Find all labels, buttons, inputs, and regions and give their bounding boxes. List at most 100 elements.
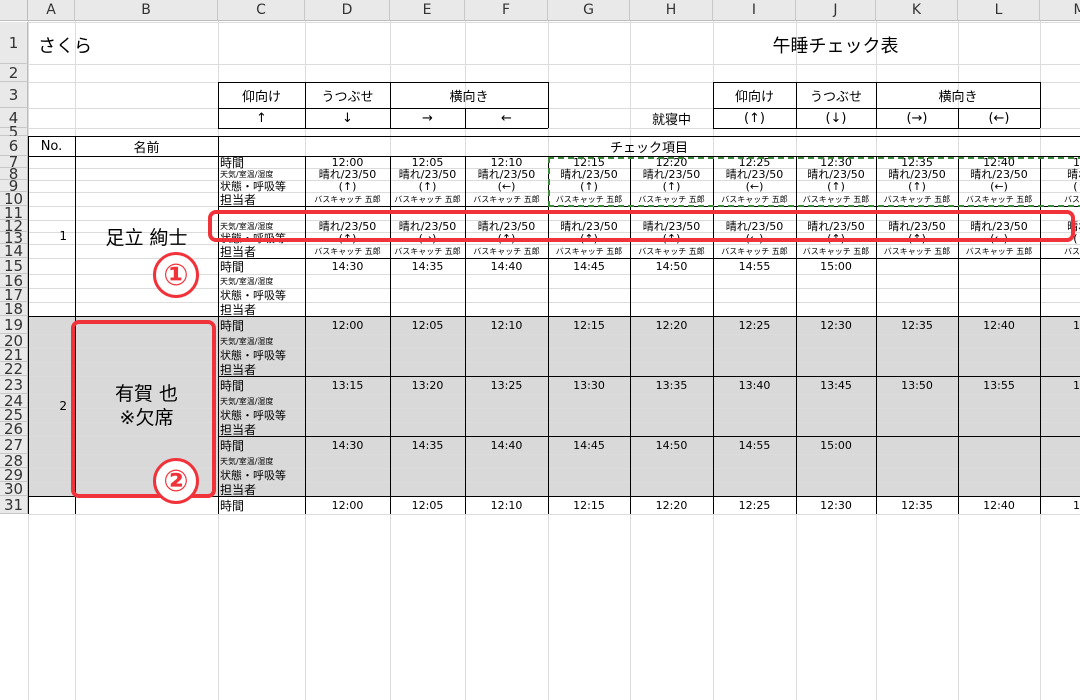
row-header-3[interactable]: 3 — [0, 82, 28, 108]
time-cell[interactable]: 13:55 — [958, 376, 1040, 394]
status-cell[interactable]: (←) — [465, 180, 548, 193]
time-cell[interactable]: 12:15 — [548, 316, 630, 334]
time-cell[interactable]: 14:45 — [548, 436, 630, 454]
time-cell[interactable]: 13:20 — [390, 376, 465, 394]
time-cell[interactable]: 12:25 — [713, 496, 796, 514]
row-header-26[interactable]: 26 — [0, 420, 28, 438]
column-header-D[interactable]: D — [305, 0, 390, 21]
item-label-staff: 担当者 — [220, 422, 257, 437]
weather-cell[interactable]: 晴れ/23/50 — [305, 168, 390, 181]
staff-cell[interactable]: バスキャ — [1040, 244, 1080, 258]
column-header-C[interactable]: C — [218, 0, 305, 21]
column-header-I[interactable]: I — [713, 0, 796, 21]
time-cell[interactable]: 13:40 — [713, 376, 796, 394]
time-cell[interactable]: 14:45 — [548, 258, 630, 274]
cell-border — [390, 82, 391, 128]
time-cell[interactable]: 14 — [1040, 376, 1080, 394]
time-cell[interactable]: 12:00 — [305, 496, 390, 514]
weather-cell[interactable]: 晴れ/23/50 — [465, 168, 548, 181]
time-cell[interactable]: 13:50 — [876, 376, 958, 394]
staff-cell[interactable]: バスキャッチ 五郎 — [713, 244, 796, 258]
time-cell[interactable]: 14:40 — [465, 436, 548, 454]
staff-cell[interactable]: バスキャッチ 五郎 — [465, 192, 548, 206]
time-cell[interactable]: 13:15 — [305, 376, 390, 394]
time-cell[interactable]: 14:50 — [630, 258, 713, 274]
column-header-E[interactable]: E — [390, 0, 465, 21]
staff-cell[interactable]: バスキャッチ 五郎 — [796, 244, 876, 258]
row-header-1[interactable]: 1 — [0, 22, 28, 64]
cell-border — [465, 108, 466, 128]
cell-border — [305, 82, 306, 128]
time-cell[interactable]: 14:55 — [713, 436, 796, 454]
staff-cell[interactable]: バスキャッチ 五郎 — [305, 192, 390, 206]
time-cell[interactable]: 12:00 — [305, 316, 390, 334]
staff-cell[interactable]: バスキャッチ 五郎 — [390, 244, 465, 258]
column-header-A[interactable]: A — [28, 0, 75, 21]
legend-r-arrow-3: (←) — [988, 110, 1010, 126]
row-header-31[interactable]: 31 — [0, 496, 28, 514]
time-cell[interactable]: 13:45 — [796, 376, 876, 394]
time-cell[interactable]: 12:40 — [958, 316, 1040, 334]
time-cell[interactable]: 14:30 — [305, 436, 390, 454]
status-cell[interactable]: (↑) — [305, 180, 390, 193]
time-cell[interactable]: 14:30 — [305, 258, 390, 274]
time-cell[interactable]: 13:35 — [630, 376, 713, 394]
column-header-G[interactable]: G — [548, 0, 630, 21]
staff-cell[interactable]: バスキャッチ 五郎 — [630, 244, 713, 258]
staff-cell[interactable]: バスキャッチ 五郎 — [876, 244, 958, 258]
time-cell[interactable]: 12:05 — [390, 496, 465, 514]
time-cell[interactable]: 12:20 — [630, 316, 713, 334]
staff-cell[interactable]: バスキャッチ 五郎 — [465, 244, 548, 258]
column-header-B[interactable]: B — [75, 0, 218, 21]
select-all-corner[interactable] — [0, 0, 28, 21]
column-header-M[interactable]: M — [1040, 0, 1080, 21]
column-header-H[interactable]: H — [630, 0, 713, 21]
staff-cell[interactable]: バスキャッチ 五郎 — [390, 192, 465, 206]
legend-r-arrow-1: (↓) — [825, 110, 847, 126]
item-label-time: 時間 — [220, 259, 245, 274]
time-cell[interactable]: 12:10 — [465, 496, 548, 514]
row-header-18[interactable]: 18 — [0, 300, 28, 318]
spreadsheet[interactable]: A B C D E F G H I J K L M 1 2 3 4 5 6 7 8 9 10 11 12 13 14 15 16 17 18… — [0, 0, 1080, 700]
row-header-5[interactable]: 5 — [0, 123, 28, 141]
time-cell[interactable]: 14:35 — [390, 436, 465, 454]
time-cell[interactable]: 12:10 — [465, 316, 548, 334]
column-header-L[interactable]: L — [958, 0, 1040, 21]
row-header-2[interactable]: 2 — [0, 64, 28, 82]
group-name: さくら — [38, 36, 92, 57]
time-cell[interactable]: 13:25 — [465, 376, 548, 394]
time-cell[interactable]: 12 — [1040, 316, 1080, 334]
time-cell[interactable]: 12:20 — [630, 496, 713, 514]
staff-cell[interactable]: バスキャッチ 五郎 — [305, 244, 390, 258]
time-cell[interactable]: 12:15 — [548, 496, 630, 514]
annotation-marker-2: ② — [153, 458, 199, 504]
item-label-weather: 天気/室温/湿度 — [220, 336, 274, 346]
weather-cell[interactable]: 晴れ/23/50 — [390, 168, 465, 181]
staff-cell[interactable]: バスキャッチ 五郎 — [548, 244, 630, 258]
time-cell[interactable]: 12:30 — [796, 316, 876, 334]
row-header-30[interactable]: 30 — [0, 480, 28, 498]
time-cell[interactable]: 12:35 — [876, 496, 958, 514]
time-cell[interactable]: 14:55 — [713, 258, 796, 274]
time-cell[interactable]: 12:30 — [796, 496, 876, 514]
staff-cell[interactable]: バスキャッチ 五郎 — [958, 244, 1040, 258]
time-cell[interactable]: 13:30 — [548, 376, 630, 394]
column-header-K[interactable]: K — [876, 0, 958, 21]
time-cell[interactable]: 14:50 — [630, 436, 713, 454]
item-label-time: 時間 — [220, 498, 245, 513]
time-cell[interactable]: 15:00 — [796, 258, 876, 274]
time-cell[interactable]: 12:25 — [713, 316, 796, 334]
legend-arrow-0: ↑ — [256, 110, 267, 126]
time-cell[interactable]: 14:35 — [390, 258, 465, 274]
status-cell[interactable]: (↑) — [390, 180, 465, 193]
time-cell[interactable]: 15:00 — [796, 436, 876, 454]
time-cell[interactable]: 12 — [1040, 496, 1080, 514]
time-cell[interactable]: 12:35 — [876, 316, 958, 334]
item-label-time: 時間 — [220, 155, 245, 170]
time-cell[interactable]: 14:40 — [465, 258, 548, 274]
column-header-J[interactable]: J — [796, 0, 876, 21]
time-cell[interactable]: 12:05 — [390, 316, 465, 334]
column-header-F[interactable]: F — [465, 0, 548, 21]
time-cell[interactable]: 12:40 — [958, 496, 1040, 514]
row-header-22[interactable]: 22 — [0, 360, 28, 378]
